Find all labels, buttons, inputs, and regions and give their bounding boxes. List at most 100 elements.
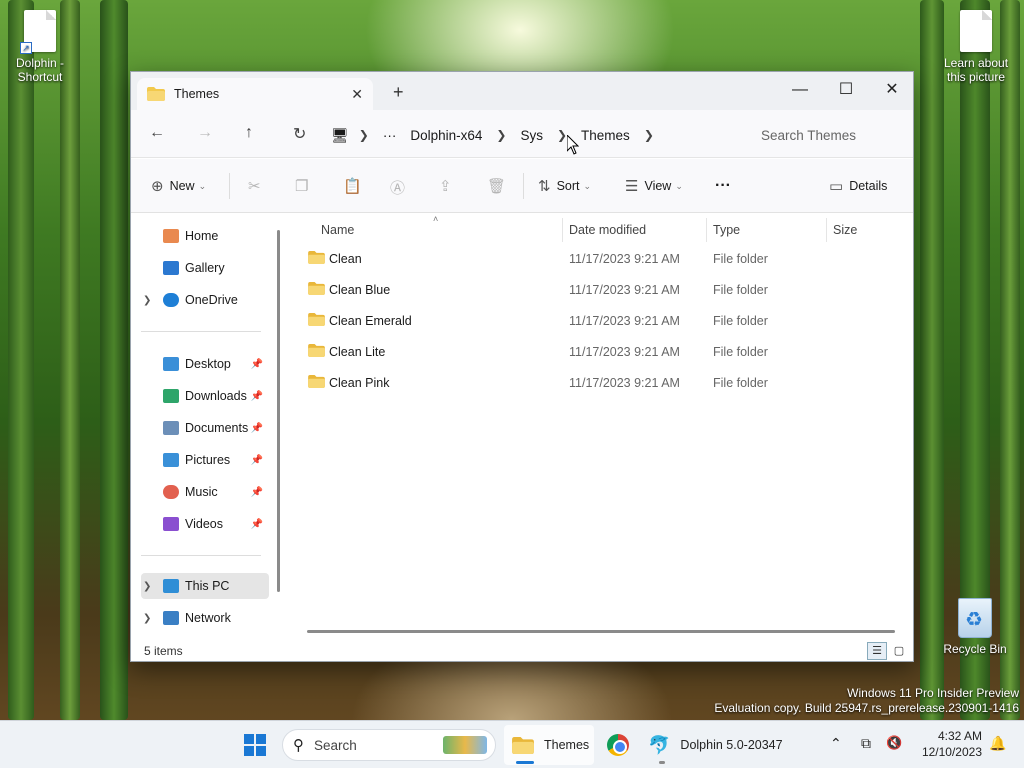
column-header-type[interactable]: Type: [713, 218, 740, 242]
details-view-icon[interactable]: ☰: [867, 642, 887, 660]
pin-icon[interactable]: 📌: [251, 487, 263, 498]
start-button[interactable]: [244, 734, 266, 756]
pin-icon[interactable]: 📌: [251, 519, 263, 530]
sort-icon: ⇅: [538, 178, 551, 195]
file-row-clean-emerald[interactable]: Clean Emerald 11/17/2023 9:21 AM File fo…: [286, 306, 906, 337]
delete-button[interactable]: 🗑: [487, 177, 506, 195]
sidebar-item-label: Pictures: [185, 453, 231, 467]
chevron-right-icon[interactable]: ❯: [143, 295, 151, 306]
column-header-name[interactable]: Name: [321, 218, 354, 242]
breadcrumb-sys[interactable]: Sys: [520, 128, 543, 143]
network-status-icon[interactable]: ⧉: [861, 735, 871, 752]
minimize-button[interactable]: —: [777, 76, 823, 104]
maximize-button[interactable]: ☐: [823, 76, 869, 104]
recycle-bin[interactable]: Recycle Bin: [938, 598, 1012, 656]
sidebar-item-documents[interactable]: Documents 📌: [141, 415, 269, 441]
rename-button[interactable]: Ⓐ: [390, 177, 405, 198]
column-divider[interactable]: [826, 218, 827, 242]
sidebar-item-music[interactable]: Music 📌: [141, 479, 269, 505]
breadcrumb-overflow[interactable]: ···: [383, 128, 397, 143]
clock[interactable]: 4:32 AM 12/10/2023: [912, 728, 982, 760]
taskbar-app-chrome[interactable]: [600, 725, 636, 765]
column-divider[interactable]: [562, 218, 563, 242]
chevron-right-icon[interactable]: ❯: [359, 128, 369, 142]
dolphin-icon: 🐬: [648, 734, 671, 755]
sidebar-item-desktop[interactable]: Desktop 📌: [141, 351, 269, 377]
file-row-clean-blue[interactable]: Clean Blue 11/17/2023 9:21 AM File folde…: [286, 275, 906, 306]
refresh-icon[interactable]: ↻: [293, 124, 306, 144]
command-bar: ⊕ New ⌄ ✂ ❐ 📋 Ⓐ ⇪ 🗑 ⇅ Sort ⌄ ☰ View ⌄ ··…: [131, 159, 913, 213]
breadcrumb-themes[interactable]: Themes: [581, 128, 630, 143]
folder-icon: [308, 313, 325, 326]
pin-icon[interactable]: 📌: [251, 423, 263, 434]
volume-muted-icon[interactable]: 🔇: [886, 735, 902, 751]
see-more-button[interactable]: ···: [715, 177, 731, 195]
cut-icon: ✂: [248, 178, 261, 195]
sidebar-item-this-pc[interactable]: ❯ This PC: [141, 573, 269, 599]
file-type: File folder: [713, 283, 768, 297]
plus-circle-icon: ⊕: [151, 178, 164, 195]
new-button[interactable]: ⊕ New ⌄: [151, 177, 206, 195]
taskbar-app-themes[interactable]: Themes: [504, 725, 594, 765]
file-row-clean-pink[interactable]: Clean Pink 11/17/2023 9:21 AM File folde…: [286, 368, 906, 399]
copy-icon: ❐: [295, 178, 309, 195]
chevron-down-icon: ⌄: [198, 180, 207, 191]
file-row-clean[interactable]: Clean 11/17/2023 9:21 AM File folder: [286, 244, 906, 275]
cut-button[interactable]: ✂: [248, 177, 261, 195]
search-input[interactable]: Search Themes: [745, 118, 909, 152]
sidebar-item-videos[interactable]: Videos 📌: [141, 511, 269, 537]
tab-themes[interactable]: Themes ✕: [137, 78, 373, 110]
details-pane-button[interactable]: ▭ Details: [829, 177, 887, 195]
chevron-down-icon: ⌄: [675, 180, 683, 191]
sidebar-item-onedrive[interactable]: ❯ OneDrive: [141, 287, 269, 313]
taskbar-app-label: Themes: [544, 738, 590, 752]
desktop-icon-learn-picture[interactable]: Learn about this picture: [936, 10, 1016, 84]
taskbar-search[interactable]: ⚲ Search: [282, 729, 496, 761]
column-header-date[interactable]: Date modified: [569, 218, 646, 242]
share-button[interactable]: ⇪: [439, 177, 452, 195]
large-icons-view-icon[interactable]: ▢: [889, 642, 909, 660]
sidebar-item-home[interactable]: Home: [141, 223, 269, 249]
chevron-right-icon[interactable]: ❯: [143, 613, 151, 624]
file-list: ˄ Name Date modified Type Size Clean 11/…: [286, 214, 913, 639]
sidebar-item-label: Videos: [185, 517, 223, 531]
sidebar-scrollbar[interactable]: [277, 230, 280, 592]
close-tab-icon[interactable]: ✕: [351, 86, 363, 103]
notification-bell-icon[interactable]: 🔔: [989, 735, 1006, 752]
file-row-clean-lite[interactable]: Clean Lite 11/17/2023 9:21 AM File folde…: [286, 337, 906, 368]
new-tab-button[interactable]: +: [393, 82, 404, 103]
details-label: Details: [849, 179, 888, 193]
windows-logo-icon: [244, 746, 254, 756]
file-type: File folder: [713, 314, 768, 328]
forward-arrow-icon[interactable]: →: [197, 124, 213, 142]
sidebar-item-gallery[interactable]: Gallery: [141, 255, 269, 281]
paste-button[interactable]: 📋: [343, 177, 362, 195]
pictures-icon: [163, 453, 179, 467]
back-arrow-icon[interactable]: ←: [149, 124, 165, 142]
breadcrumb-dolphin-x64[interactable]: Dolphin-x64: [410, 128, 482, 143]
sort-button[interactable]: ⇅ Sort ⌄: [538, 177, 591, 195]
sidebar-item-pictures[interactable]: Pictures 📌: [141, 447, 269, 473]
pin-icon[interactable]: 📌: [251, 359, 263, 370]
sidebar-item-network[interactable]: ❯ Network: [141, 605, 269, 631]
chevron-right-icon[interactable]: ❯: [496, 128, 506, 142]
copy-button[interactable]: ❐: [295, 177, 308, 195]
column-divider[interactable]: [706, 218, 707, 242]
chevron-right-icon[interactable]: ❯: [143, 581, 151, 592]
pin-icon[interactable]: 📌: [251, 455, 263, 466]
chevron-right-icon[interactable]: ❯: [557, 128, 567, 142]
desktop-icon-dolphin-shortcut[interactable]: ↗ Dolphin - Shortcut: [0, 10, 80, 84]
chevron-up-icon[interactable]: ⌃: [830, 735, 842, 752]
address-bar[interactable]: 🖥 ❯ ··· Dolphin-x64 ❯ Sys ❯ Themes ❯: [331, 118, 733, 152]
file-name: Clean Blue: [329, 283, 391, 297]
up-arrow-icon[interactable]: ↑: [245, 124, 253, 142]
view-button[interactable]: ☰ View ⌄: [625, 177, 683, 195]
horizontal-scrollbar[interactable]: [307, 630, 895, 633]
close-button[interactable]: ✕: [869, 76, 913, 104]
column-header-size[interactable]: Size: [833, 218, 857, 242]
title-bar: Themes ✕ + — ☐ ✕: [131, 72, 913, 110]
sidebar-item-downloads[interactable]: Downloads 📌: [141, 383, 269, 409]
chevron-right-icon[interactable]: ❯: [644, 128, 654, 142]
taskbar-app-dolphin[interactable]: 🐬 Dolphin 5.0-20347: [642, 725, 802, 765]
pin-icon[interactable]: 📌: [251, 391, 263, 402]
